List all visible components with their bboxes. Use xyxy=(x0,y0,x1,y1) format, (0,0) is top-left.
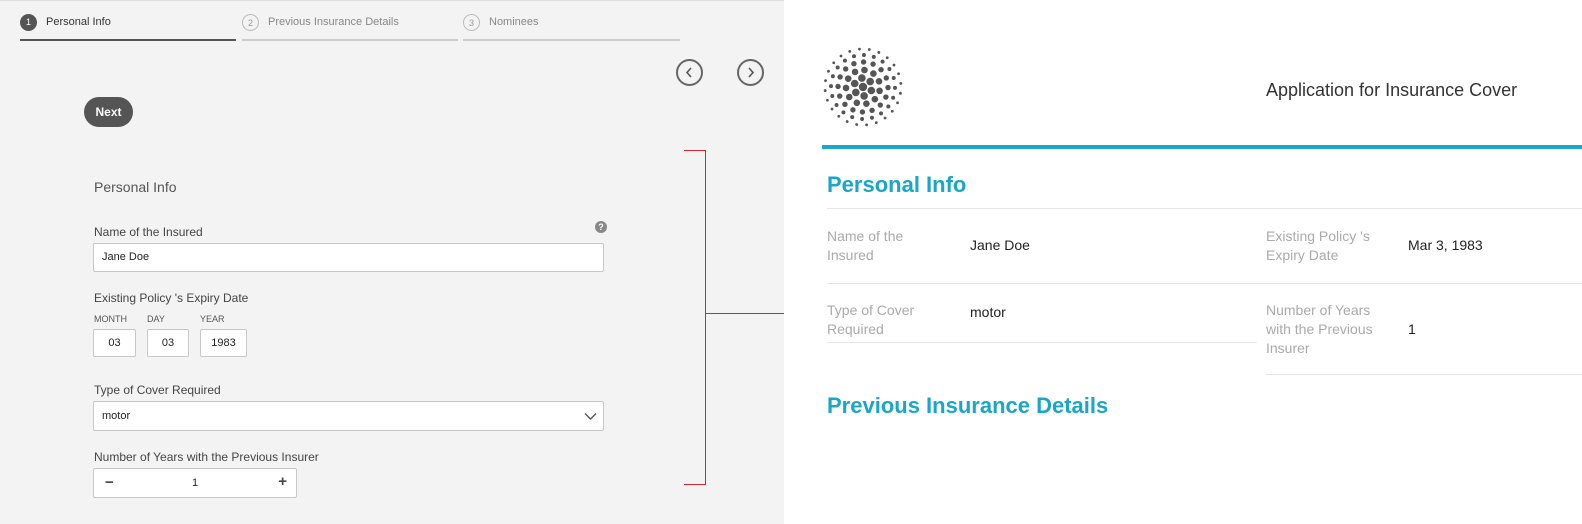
doc-expiry-key: Existing Policy 's Expiry Date xyxy=(1266,228,1370,263)
chevron-down-icon xyxy=(584,413,597,420)
years-stepper[interactable]: − 1 + xyxy=(93,468,297,498)
year-label: YEAR xyxy=(200,314,225,324)
bracket-vertical xyxy=(705,150,706,485)
doc-expiry-value: Mar 3, 1983 xyxy=(1408,237,1483,253)
header-divider xyxy=(822,145,1582,149)
next-page-button[interactable] xyxy=(737,59,764,86)
year-input[interactable]: 1983 xyxy=(200,329,247,357)
day-input[interactable]: 03 xyxy=(147,329,189,357)
doc-cover-key: Type of Cover Required xyxy=(827,302,915,337)
doc-name-key: Name of the Insured xyxy=(827,228,904,263)
years-label: Number of Years with the Previous Insure… xyxy=(94,450,319,464)
bracket-top xyxy=(684,150,706,151)
document-title: Application for Insurance Cover xyxy=(1266,80,1518,100)
expiry-label: Existing Policy 's Expiry Date xyxy=(94,291,249,305)
step-progress-bar xyxy=(20,39,236,41)
doc-name-value: Jane Doe xyxy=(970,237,1030,253)
cover-select[interactable]: motor xyxy=(93,401,604,431)
day-label: DAY xyxy=(147,314,165,324)
doc-years-value: 1 xyxy=(1408,321,1416,337)
step-personal-info[interactable]: 1 Personal Info xyxy=(20,1,236,41)
cover-label: Type of Cover Required xyxy=(94,383,221,397)
next-button[interactable]: Next xyxy=(84,97,133,127)
doc-section-previous-insurance: Previous Insurance Details xyxy=(827,393,1109,418)
bracket-bottom xyxy=(684,484,706,485)
step-nominees[interactable]: 3 Nominees xyxy=(463,1,680,41)
name-label: Name of the Insured xyxy=(94,225,203,239)
divider xyxy=(1266,374,1582,375)
doc-cover-value: motor xyxy=(970,304,1006,320)
step-label: Personal Info xyxy=(46,16,111,28)
chevron-right-icon xyxy=(748,67,755,78)
form-panel: 1 Personal Info 2 Previous Insurance Det… xyxy=(0,0,784,524)
doc-years-key: Number of Years with the Previous Insure… xyxy=(1266,302,1373,356)
step-progress-bar xyxy=(242,39,458,41)
month-input[interactable]: 03 xyxy=(93,329,136,357)
month-label: MONTH xyxy=(94,314,127,324)
step-label: Nominees xyxy=(489,16,539,28)
name-input[interactable]: Jane Doe xyxy=(93,243,604,272)
step-label: Previous Insurance Details xyxy=(268,16,399,28)
plus-icon[interactable]: + xyxy=(278,473,287,490)
help-icon[interactable]: ? xyxy=(595,221,607,233)
section-title: Personal Info xyxy=(94,179,177,195)
divider xyxy=(827,342,1257,343)
divider xyxy=(827,208,1582,209)
doc-section-personal-info: Personal Info xyxy=(827,172,967,197)
step-number: 2 xyxy=(242,14,259,31)
years-value: 1 xyxy=(191,477,199,489)
chevron-left-icon xyxy=(685,67,692,78)
step-progress-bar xyxy=(463,39,680,41)
logo-icon xyxy=(823,47,903,127)
divider xyxy=(827,283,1582,284)
step-number: 3 xyxy=(463,14,480,31)
step-number: 1 xyxy=(20,14,37,31)
cover-select-value: motor xyxy=(102,410,131,422)
prev-page-button[interactable] xyxy=(676,59,703,86)
step-previous-insurance[interactable]: 2 Previous Insurance Details xyxy=(242,1,458,41)
